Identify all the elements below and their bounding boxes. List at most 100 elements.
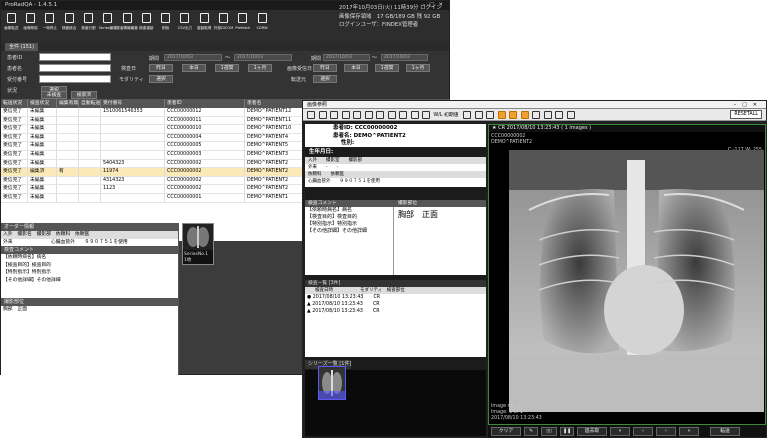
study-row[interactable]: ● 2017/08/10 13:23:43 CR [305,294,486,301]
pointer-tool-icon[interactable] [307,110,315,119]
table-cell: CCC00000011 [165,116,245,125]
recv-yesterday-button[interactable]: 昨日 [313,64,337,72]
toolbar-button-9[interactable]: CSV出力 [177,13,194,31]
study-list-columns: 検査日時 モダリティ 検査部位 [305,287,486,294]
toolbar-button-0[interactable]: 画像転送 [3,13,20,31]
next-button[interactable]: › [656,426,676,436]
col-transfer[interactable]: 転送状況 [1,99,28,108]
accession-input[interactable] [39,75,111,83]
grid-icon[interactable] [532,110,541,119]
recv-date-to[interactable]: 2017/10/03 [381,54,428,61]
series-thumbnail[interactable]: SeriesNo.1 1枚 [182,223,214,265]
modality-select-button[interactable]: 選択 [149,75,173,83]
reset-all-button[interactable]: RESETALL [730,110,762,119]
layout-1x1-icon[interactable] [497,110,506,119]
recv-today-button[interactable]: 本日 [344,64,368,72]
sync-icon[interactable] [555,110,564,119]
toolbar-button-7[interactable]: 検査複製 [138,13,155,31]
exam-today-button[interactable]: 本日 [182,64,206,72]
first-button[interactable]: « [610,426,630,436]
toolbar-icon [238,13,248,23]
col-patient-id[interactable]: 患者ID [165,99,245,108]
toolbar-button-11[interactable]: 外部DICOM [214,13,233,31]
toolbar-button-8[interactable]: 削除 [157,13,174,31]
wl-preset-select[interactable]: W/L 初期値 [434,111,459,118]
col-edited[interactable]: 編集有無 [57,99,79,108]
toolbar-button-13[interactable]: CDRW [254,13,271,30]
recv-date-from[interactable]: 2017/10/03 [323,54,370,61]
pan-tool-icon[interactable] [376,110,384,119]
transfer-select-button[interactable]: 選択 [313,75,337,83]
print-icon[interactable] [566,110,575,119]
exam-columns: 入外 撮影室 撮影部 [305,157,486,164]
toolbar-button-4[interactable]: 検査分割 [80,13,97,31]
exam-date-from[interactable]: 2017/10/03 [164,54,222,61]
person-icon[interactable] [486,110,495,119]
flip-tool-icon[interactable] [399,110,407,119]
zoom-tool-icon[interactable] [364,110,373,119]
toolbar-button-6[interactable]: 患者情報編集 [116,13,138,31]
ruler-tool-icon[interactable] [341,110,350,119]
exam-date-to[interactable]: 2017/10/03 [234,54,292,61]
prev-button[interactable]: ‹ [633,426,653,436]
clear-button[interactable]: クリア [491,426,521,436]
study-modality: CR [373,295,381,300]
table-cell: 未編集 [28,176,57,185]
exam-week-button[interactable]: 1週間 [215,64,239,72]
col-accession[interactable]: 受付番号 [101,99,165,108]
line-tool-icon[interactable] [318,110,327,119]
toolbar-icon [257,13,267,23]
recv-week-button[interactable]: 1週間 [375,64,399,72]
viewer-window-controls[interactable]: –□✕ [734,101,763,109]
table-cell: CCC00000005 [165,142,245,150]
exam-yesterday-button[interactable]: 昨日 [149,64,173,72]
refresh-icon[interactable] [463,110,472,119]
toolbar-button-10[interactable]: 複製取得 [196,13,213,31]
layout-2x2-icon[interactable] [520,110,529,119]
past-button[interactable]: 過去取 [577,426,607,436]
table-cell: 未編集 [28,185,57,193]
image-viewport[interactable]: ★ CR 2017/08/10 13:23:43 ( 1 images ) CC… [488,124,766,425]
toolbar-button-2[interactable]: 一時停止 [42,13,59,31]
toolbar-button-3[interactable]: 検査統合 [61,13,78,31]
toolbar-button-5[interactable]: Series編集 [99,13,117,31]
pause-button[interactable]: ❚❚ [560,426,574,436]
comment-line: 【特別指示】特別指示 [307,221,358,227]
table-cell: 1510061546353 [101,108,165,116]
tab-all[interactable]: 全件 (151) [5,43,39,51]
col-exam-status[interactable]: 検査状況 [28,99,57,108]
transfer-button[interactable]: 転送 [710,426,740,436]
toolbar-label: 複製取得 [197,26,212,30]
invert-icon[interactable] [543,110,552,119]
angle-tool-icon[interactable] [330,110,338,119]
series-thumb[interactable] [318,366,346,400]
toolbar-button-12[interactable]: Prefetch [235,13,252,30]
rotate-tool-icon[interactable] [387,110,396,119]
hand-tool-icon[interactable] [410,110,419,119]
edit-button[interactable]: ✎ [524,426,538,436]
table-cell: 受信完了 [1,193,28,202]
toolbar-button-1[interactable]: 画像削除 [22,13,39,31]
table-cell [57,142,79,150]
searched-button[interactable]: 検索済 [71,91,97,99]
patient-name-input[interactable] [39,64,111,72]
main-title: ProRadQA - 1.4.5.1 [5,2,58,8]
toolbar-icon [219,13,229,23]
period-label: 期間 [149,56,160,62]
layout-1x2-icon[interactable] [509,110,518,119]
study-date: 2017/08/10 13:23:43 [312,309,363,314]
study-row[interactable]: ▲ 2017/08/10 13:23:43 CR [305,301,486,308]
table-cell: CCC00000002 [165,159,245,168]
exam-month-button[interactable]: 1ヶ月 [248,64,272,72]
last-button[interactable]: » [679,426,699,436]
wl-tool-icon[interactable] [422,110,430,119]
layout-icon[interactable] [474,110,483,119]
compare-button[interactable]: ▯▯ [541,426,557,436]
patient-id-input[interactable] [39,53,111,61]
measure-tool-icon[interactable] [353,110,361,119]
study-row[interactable]: ▲ 2017/08/10 13:23:43 CR [305,308,486,315]
table-cell [79,193,101,202]
col-auto-transfer[interactable]: 自動転送 [79,99,101,108]
unsearched-button[interactable]: 未検査 [41,91,67,99]
recv-month-button[interactable]: 1ヶ月 [406,64,430,72]
